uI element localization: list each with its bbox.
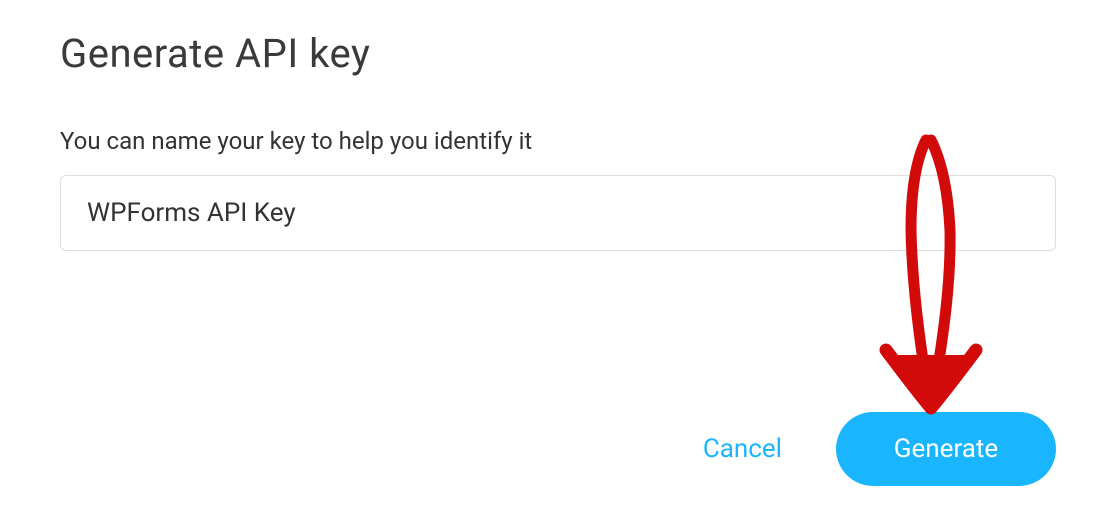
cancel-button[interactable]: Cancel (703, 434, 782, 464)
dialog-actions: Cancel Generate (703, 412, 1056, 486)
generate-button[interactable]: Generate (836, 412, 1056, 486)
dialog-title: Generate API key (60, 30, 1056, 77)
key-name-input[interactable] (60, 175, 1056, 251)
key-name-label: You can name your key to help you identi… (60, 127, 1056, 155)
